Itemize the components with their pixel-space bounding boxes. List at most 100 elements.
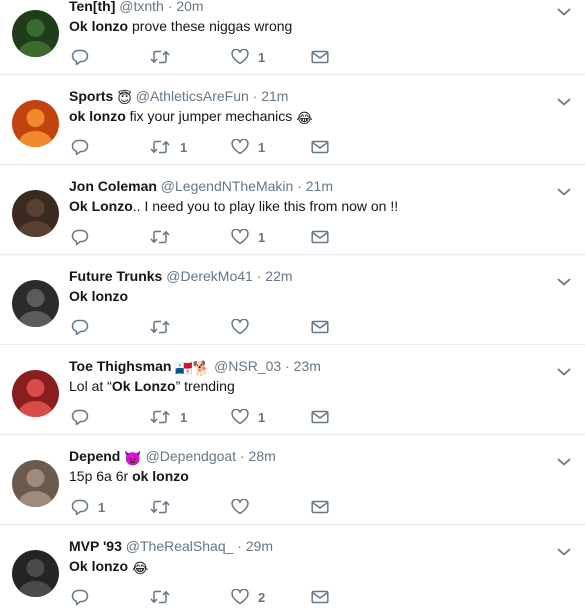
chevron-down-icon[interactable]	[557, 274, 571, 286]
retweet-icon	[149, 499, 171, 515]
like-button[interactable]: 1	[231, 137, 265, 157]
tweet-timestamp[interactable]: 21m	[261, 88, 288, 104]
retweet-icon	[149, 139, 171, 155]
envelope-icon	[311, 320, 329, 334]
envelope-icon	[311, 410, 329, 424]
reply-icon	[71, 229, 89, 245]
heart-icon	[231, 589, 249, 605]
like-button[interactable]: 1	[231, 47, 265, 67]
dm-button[interactable]	[311, 227, 329, 247]
heart-icon	[231, 229, 249, 245]
text-emoji: 😂	[132, 560, 149, 576]
heart-icon	[231, 409, 249, 425]
tweet[interactable]: Toe Thighsman 🇵🇦🐕 @NSR_03 · 23m Lol at “O…	[0, 345, 585, 435]
reply-button[interactable]	[71, 227, 89, 247]
tweet-header: Future Trunks @DerekMo41 · 22m	[69, 267, 293, 285]
display-name[interactable]: MVP '93	[69, 538, 122, 554]
tweet[interactable]: Depend 👿 @Dependgoat · 28m 15p 6a 6r ok l…	[0, 435, 585, 525]
dm-button[interactable]	[311, 497, 329, 517]
tweet[interactable]: Sports 😇 @AthleticsAreFun · 21m ok lonzo …	[0, 75, 585, 165]
dm-button[interactable]	[311, 407, 329, 427]
avatar[interactable]	[12, 10, 59, 57]
name-emoji: 🇵🇦🐕	[175, 360, 211, 376]
chevron-down-icon[interactable]	[557, 454, 571, 466]
like-count: 2	[258, 589, 266, 605]
heart-icon	[231, 139, 249, 155]
dm-button[interactable]	[311, 47, 329, 67]
retweet-button[interactable]: 1	[149, 137, 187, 157]
dm-button[interactable]	[311, 587, 329, 607]
like-button[interactable]: 1	[231, 407, 265, 427]
tweet-text-highlight: ok lonzo	[132, 468, 189, 484]
chevron-down-icon[interactable]	[557, 94, 571, 106]
tweet-text: Ok Lonzo.. I need you to play like this …	[69, 197, 398, 215]
avatar[interactable]	[12, 370, 59, 417]
tweet-timestamp[interactable]: 20m	[176, 0, 203, 14]
like-button[interactable]: 1	[231, 227, 265, 247]
display-name[interactable]: Jon Coleman	[69, 178, 157, 194]
reply-icon	[71, 589, 89, 605]
envelope-icon	[311, 500, 329, 514]
user-handle[interactable]: @TheRealShaq_	[126, 538, 234, 554]
reply-button[interactable]	[71, 137, 89, 157]
name-emoji: 😇	[117, 90, 132, 106]
tweet[interactable]: Ten[th] @txnth · 20m Ok lonzo prove these…	[0, 0, 585, 75]
display-name[interactable]: Sports	[69, 88, 113, 104]
reply-button[interactable]	[71, 407, 89, 427]
tweet[interactable]: MVP '93 @TheRealShaq_ · 29m Ok lonzo 😂 2	[0, 525, 585, 612]
reply-button[interactable]	[71, 47, 89, 67]
tweet-text: ok lonzo fix your jumper mechanics 😂	[69, 107, 313, 127]
separator-dot: ·	[233, 538, 246, 554]
tweet-actions: 11	[69, 407, 349, 427]
user-handle[interactable]: @NSR_03	[214, 358, 281, 374]
tweet-actions: 11	[69, 137, 349, 157]
tweet[interactable]: Future Trunks @DerekMo41 · 22m Ok lonzo	[0, 255, 585, 345]
like-button[interactable]	[231, 317, 249, 337]
display-name[interactable]: Ten[th]	[69, 0, 115, 14]
like-button[interactable]: 2	[231, 587, 265, 607]
tweet[interactable]: Jon Coleman @LegendNTheMakin · 21m Ok Lon…	[0, 165, 585, 255]
display-name[interactable]: Depend	[69, 448, 120, 464]
tweet-timestamp[interactable]: 21m	[306, 178, 333, 194]
chevron-down-icon[interactable]	[557, 364, 571, 376]
retweet-button[interactable]	[149, 47, 171, 67]
display-name[interactable]: Toe Thighsman	[69, 358, 171, 374]
user-handle[interactable]: @Dependgoat	[146, 448, 237, 464]
user-handle[interactable]: @LegendNTheMakin	[161, 178, 294, 194]
chevron-down-icon[interactable]	[557, 4, 571, 16]
text-emoji: 😂	[296, 110, 313, 126]
heart-icon	[231, 319, 249, 335]
user-handle[interactable]: @AthleticsAreFun	[136, 88, 249, 104]
avatar[interactable]	[12, 460, 59, 507]
retweet-count: 1	[180, 139, 188, 155]
reply-button[interactable]	[71, 317, 89, 337]
tweet-text-highlight: Ok Lonzo	[69, 198, 133, 214]
avatar[interactable]	[12, 550, 59, 597]
chevron-down-icon[interactable]	[557, 544, 571, 556]
retweet-button[interactable]	[149, 497, 171, 517]
display-name[interactable]: Future Trunks	[69, 268, 162, 284]
retweet-button[interactable]	[149, 587, 171, 607]
tweet-timestamp[interactable]: 28m	[249, 448, 276, 464]
tweet-timestamp[interactable]: 29m	[246, 538, 273, 554]
dm-button[interactable]	[311, 317, 329, 337]
reply-button[interactable]	[71, 587, 89, 607]
tweet-actions: 2	[69, 587, 349, 607]
heart-icon	[231, 49, 249, 65]
avatar[interactable]	[12, 100, 59, 147]
retweet-button[interactable]	[149, 317, 171, 337]
like-button[interactable]	[231, 497, 249, 517]
avatar[interactable]	[12, 190, 59, 237]
user-handle[interactable]: @DerekMo41	[166, 268, 253, 284]
reply-count: 1	[98, 499, 106, 515]
tweet-timestamp[interactable]: 23m	[294, 358, 321, 374]
tweet-text: Lol at “Ok Lonzo” trending	[69, 377, 235, 395]
reply-button[interactable]: 1	[71, 497, 105, 517]
dm-button[interactable]	[311, 137, 329, 157]
chevron-down-icon[interactable]	[557, 184, 571, 196]
user-handle[interactable]: @txnth	[119, 0, 164, 14]
retweet-button[interactable]	[149, 227, 171, 247]
retweet-button[interactable]: 1	[149, 407, 187, 427]
tweet-timestamp[interactable]: 22m	[265, 268, 292, 284]
avatar[interactable]	[12, 280, 59, 327]
